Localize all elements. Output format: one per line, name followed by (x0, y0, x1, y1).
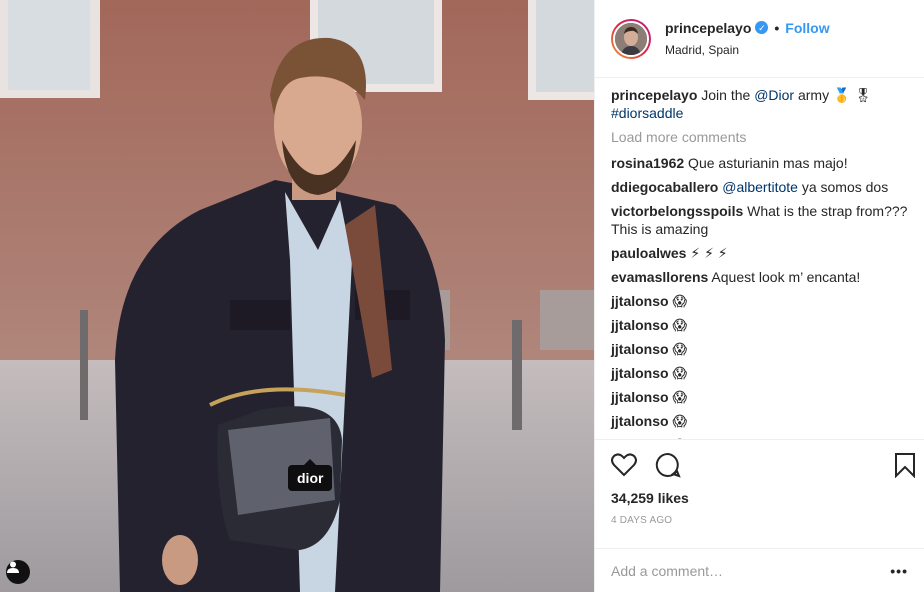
likes-count[interactable]: 34,259 likes (595, 490, 924, 512)
post-age[interactable]: 4 DAYS AGO (595, 514, 924, 548)
product-tag[interactable]: dior (288, 459, 333, 491)
load-more-comments[interactable]: Load more comments (611, 128, 924, 146)
add-comment-bar: ••• (595, 548, 924, 592)
user-icon[interactable] (6, 560, 30, 584)
caption: princepelayo Join the @Dior army 🥇 🎖 #di… (611, 86, 924, 122)
heart-icon[interactable] (611, 453, 637, 477)
comment-username[interactable]: jjtalonso (611, 317, 669, 333)
comment-username[interactable]: ddiegocaballero (611, 179, 718, 195)
comment-text: 😱 (668, 389, 688, 405)
comment-item: jjtalonso 😱 (611, 388, 924, 406)
comment-text: 😱 (668, 293, 688, 309)
location-link[interactable]: Madrid, Spain (665, 41, 830, 59)
comment-mention[interactable]: @albertitote (718, 179, 798, 195)
bookmark-icon-glyph (895, 453, 915, 478)
separator-dot: • (774, 19, 780, 36)
user-icon-glyph (7, 561, 19, 573)
comment-text: Aquest look m’ encanta! (708, 269, 861, 285)
instagram-post: dior princepelayo ✓ • Follow Madrid, Spa… (0, 0, 924, 592)
comment-text: 😱 (668, 413, 688, 429)
verified-icon: ✓ (755, 21, 769, 34)
caption-mention[interactable]: @Dior (754, 87, 794, 103)
username-link[interactable]: princepelayo (665, 19, 751, 37)
comment-text: 😱 (668, 317, 688, 333)
comment-text: 😱 (668, 365, 688, 381)
avatar (613, 20, 649, 57)
avatar-image (615, 22, 647, 55)
photo-illustration (0, 0, 594, 592)
comment-username[interactable]: jjtalonso (611, 293, 669, 309)
comment-item: victorbelongsspoils What is the strap fr… (611, 202, 924, 238)
action-bar (595, 440, 924, 490)
bookmark-icon[interactable] (894, 452, 916, 478)
comments-list[interactable]: princepelayo Join the @Dior army 🥇 🎖 #di… (595, 78, 924, 440)
comment-item: ddiegocaballero @albertitote ya somos do… (611, 178, 924, 196)
comment-item: jjtalonso 😱 (611, 340, 924, 358)
comment-username[interactable]: evamasllorens (611, 269, 708, 285)
comment-username[interactable]: pauloalwes (611, 245, 686, 261)
more-options-icon[interactable]: ••• (890, 563, 908, 579)
comment-username[interactable]: jjtalonso (611, 389, 669, 405)
comment-item: jjtalonso 😱 (611, 364, 924, 382)
post-photo[interactable]: dior (0, 0, 594, 592)
comment-username[interactable]: jjtalonso (611, 365, 669, 381)
comment-item: pauloalwes ⚡ ⚡ ⚡ (611, 244, 924, 262)
comment-text: 😱 (668, 341, 688, 357)
caption-text-after: army 🥇 🎖 (794, 87, 873, 103)
header-info: princepelayo ✓ • Follow Madrid, Spain (665, 19, 830, 59)
comment-item: jjtalonso 😱 (611, 292, 924, 310)
comment-text: ⚡ ⚡ ⚡ (686, 245, 728, 261)
comment-username[interactable]: victorbelongsspoils (611, 203, 743, 219)
post-header: princepelayo ✓ • Follow Madrid, Spain (595, 0, 924, 78)
follow-button[interactable]: Follow (785, 19, 829, 37)
caption-username[interactable]: princepelayo (611, 87, 697, 103)
post-side-panel: princepelayo ✓ • Follow Madrid, Spain pr… (594, 0, 924, 592)
comment-text: ya somos dos (797, 179, 889, 195)
comment-username[interactable]: jjtalonso (611, 341, 669, 357)
comment-item: jjtalonso 😱 (611, 316, 924, 334)
comment-username[interactable]: jjtalonso (611, 413, 669, 429)
avatar-ring[interactable] (611, 18, 651, 59)
header-row: princepelayo ✓ • Follow (665, 19, 830, 37)
comment-username[interactable]: rosina1962 (611, 155, 684, 171)
caption-hashtag[interactable]: #diorsaddle (611, 105, 683, 121)
comment-input[interactable] (611, 562, 891, 579)
comment-icon[interactable] (655, 452, 681, 478)
comment-item: rosina1962 Que asturianin mas majo! (611, 154, 924, 172)
comment-text: Que asturianin mas majo! (684, 155, 848, 171)
comment-item: jjtalonso 😱 (611, 412, 924, 430)
caption-text-before: Join the (697, 87, 755, 103)
comment-icon-glyph (655, 452, 681, 478)
comment-item: evamasllorens Aquest look m’ encanta! (611, 268, 924, 286)
heart-icon-glyph (611, 453, 637, 477)
